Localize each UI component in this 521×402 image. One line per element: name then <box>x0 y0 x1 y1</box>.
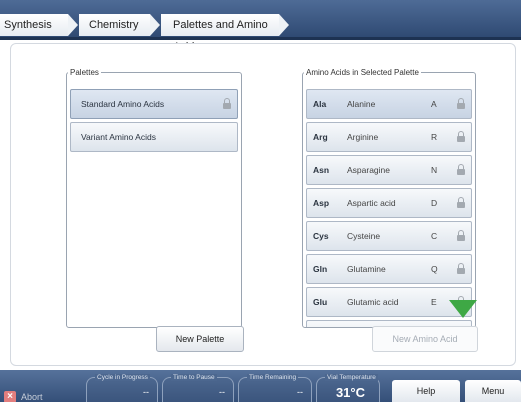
lock-icon <box>457 164 465 175</box>
palette-label: Variant Amino Acids <box>81 132 156 142</box>
close-icon: × <box>4 391 16 402</box>
abort-label: Abort <box>21 392 43 402</box>
amino-acid-abbr: Asp <box>313 198 330 208</box>
abort-button[interactable]: × Abort <box>4 390 62 402</box>
amino-acid-code: A <box>431 99 437 109</box>
time-remaining-label: Time Remaining <box>247 374 299 381</box>
breadcrumb-chemistry[interactable]: Chemistry <box>79 14 160 36</box>
time-remaining-panel: Time Remaining -- <box>238 374 312 402</box>
amino-acid-abbr: Cys <box>313 231 329 241</box>
amino-acid-code: E <box>431 297 437 307</box>
lock-icon <box>457 230 465 241</box>
cycle-in-progress-value: -- <box>143 387 149 397</box>
amino-acid-row-ala[interactable]: Ala Alanine A <box>306 89 472 119</box>
lock-icon <box>457 197 465 208</box>
menu-button[interactable]: Menu <box>465 380 521 402</box>
time-to-pause-label: Time to Pause <box>171 374 217 381</box>
amino-acid-name: Arginine <box>347 132 379 142</box>
palettes-group: Palettes Standard Amino Acids Variant Am… <box>66 68 242 328</box>
palette-label: Standard Amino Acids <box>81 99 165 109</box>
amino-acid-name: Alanine <box>347 99 376 109</box>
down-arrow-icon[interactable] <box>449 300 477 318</box>
amino-acid-abbr: Ala <box>313 99 327 109</box>
lock-icon <box>457 263 465 274</box>
lock-icon <box>457 131 465 142</box>
amino-acid-row-asp[interactable]: Asp Aspartic acid D <box>306 188 472 218</box>
vial-temperature-panel: Vial Temperature 31°C <box>316 374 380 402</box>
amino-acid-abbr: Arg <box>313 132 328 142</box>
breadcrumb-palettes-and-amino-acids[interactable]: Palettes and Amino Acids <box>161 14 289 53</box>
amino-acids-group: Amino Acids in Selected Palette Ala Alan… <box>302 68 476 328</box>
time-to-pause-value: -- <box>219 387 225 397</box>
vial-temperature-value: 31°C <box>335 385 365 400</box>
new-palette-button[interactable]: New Palette <box>156 326 244 352</box>
amino-acid-code: N <box>431 165 438 175</box>
amino-acid-row-arg[interactable]: Arg Arginine R <box>306 122 472 152</box>
amino-acid-row-cys[interactable]: Cys Cysteine C <box>306 221 472 251</box>
amino-acid-row-glu[interactable]: Glu Glutamic acid E <box>306 287 472 317</box>
cycle-in-progress-label: Cycle in Progress <box>95 374 150 381</box>
amino-acid-code: C <box>431 231 438 241</box>
palettes-legend: Palettes <box>70 68 99 77</box>
amino-acid-name: Glutamine <box>347 264 386 274</box>
amino-acid-row-asn[interactable]: Asn Asparagine N <box>306 155 472 185</box>
breadcrumb-synthesis[interactable]: Synthesis <box>0 14 78 36</box>
time-remaining-value: -- <box>297 387 303 397</box>
amino-acid-row-gln[interactable]: Gln Glutamine Q <box>306 254 472 284</box>
lock-icon <box>223 98 231 109</box>
new-amino-acid-button[interactable]: New Amino Acid <box>372 326 478 352</box>
amino-acid-name: Glutamic acid <box>347 297 399 307</box>
time-to-pause-panel: Time to Pause -- <box>162 374 234 402</box>
breadcrumb: Synthesis Chemistry Palettes and Amino A… <box>0 0 521 53</box>
palette-variant-amino-acids[interactable]: Variant Amino Acids <box>70 122 238 152</box>
amino-acid-name: Cysteine <box>347 231 381 241</box>
help-button[interactable]: Help <box>392 380 460 402</box>
amino-acid-abbr: Glu <box>313 297 328 307</box>
amino-acids-legend: Amino Acids in Selected Palette <box>306 68 419 77</box>
amino-acid-abbr: Gln <box>313 264 328 274</box>
amino-acid-code: R <box>431 132 438 142</box>
cycle-in-progress-panel: Cycle in Progress -- <box>86 374 158 402</box>
amino-acid-code: Q <box>431 264 438 274</box>
amino-acid-code: D <box>431 198 438 208</box>
amino-acid-name: Asparagine <box>347 165 391 175</box>
amino-acid-name: Aspartic acid <box>347 198 396 208</box>
palette-standard-amino-acids[interactable]: Standard Amino Acids <box>70 89 238 119</box>
vial-temperature-label: Vial Temperature <box>325 374 378 381</box>
lock-icon <box>457 98 465 109</box>
amino-acid-abbr: Asn <box>313 165 330 175</box>
